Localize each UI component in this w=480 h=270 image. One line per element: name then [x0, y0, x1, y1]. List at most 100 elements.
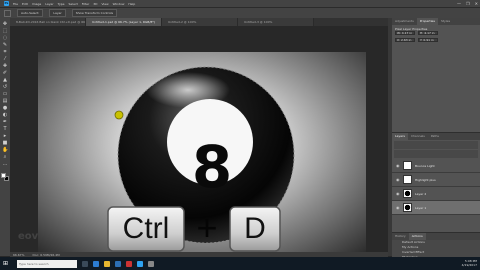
edge-icon[interactable] — [93, 260, 99, 267]
tab-channels[interactable]: Channels — [408, 133, 428, 140]
ps-logo: Ps — [4, 1, 9, 6]
right-panels: Adjustments Properties Styles Pixel Laye… — [392, 18, 480, 270]
blend-mode-bar[interactable] — [394, 150, 478, 158]
layer-row[interactable]: ◉ Highlight plus — [392, 173, 480, 187]
minimize-icon[interactable]: — — [457, 1, 461, 6]
canvas-workspace[interactable]: 8 Ctrl + D eov — [10, 26, 388, 254]
doc-tab-active[interactable]: Untitled-1.psd @ 66.7% (Layer 1, RGB/8*) — [86, 18, 162, 26]
quick-select-icon[interactable]: ✎ — [2, 43, 8, 48]
layer-row[interactable]: ◉ Bounce Light — [392, 159, 480, 173]
app-icon[interactable] — [126, 260, 132, 267]
watermark: eov — [18, 231, 39, 242]
store-icon[interactable] — [115, 260, 121, 267]
doc-tab[interactable]: Untitled-2 @ 100% — [162, 18, 238, 26]
lasso-icon[interactable]: ◌ — [2, 36, 8, 41]
options-bar: Auto-Select: Layer Show Transform Contro… — [0, 7, 480, 18]
stamp-icon[interactable]: ▲ — [2, 78, 8, 83]
auto-select-checkbox[interactable]: Auto-Select: — [17, 9, 44, 17]
blur-icon[interactable]: ● — [2, 106, 8, 111]
photoshop-window: Ps File Edit Image Layer Type Select Fil… — [0, 0, 480, 270]
brush-icon[interactable]: ✐ — [2, 71, 8, 76]
tab-styles[interactable]: Styles — [438, 18, 453, 25]
properties-tabs: Adjustments Properties Styles — [392, 18, 480, 25]
crop-icon[interactable]: ⌗ — [2, 50, 8, 55]
ctrl-key-label: Ctrl — [122, 212, 170, 245]
doc-size: Doc: 6.59M/26.4M — [32, 252, 60, 257]
layer-name: Bounce Light — [415, 163, 435, 168]
type-icon[interactable]: T — [2, 127, 8, 132]
eyedropper-icon[interactable]: ⁄ — [2, 57, 8, 62]
photoshop-taskbar-icon[interactable] — [137, 260, 143, 267]
taskbar-clock[interactable]: 5:08 PM 4/19/2017 — [462, 259, 477, 267]
menu-filter[interactable]: Filter — [82, 2, 89, 6]
close-icon[interactable]: ✕ — [475, 1, 478, 6]
menu-file[interactable]: File — [13, 2, 18, 6]
layer-thumbnail — [403, 175, 412, 184]
marquee-icon[interactable]: ⬚ — [2, 29, 8, 34]
eraser-icon[interactable]: ▭ — [2, 92, 8, 97]
eye-icon[interactable]: ◉ — [396, 205, 400, 210]
menu-bar: Ps File Edit Image Layer Type Select Fil… — [0, 0, 480, 7]
windows-start-icon[interactable]: ⊞ — [3, 260, 12, 267]
tab-paths[interactable]: Paths — [428, 133, 442, 140]
app-icon[interactable] — [148, 260, 154, 267]
auto-select-target-dropdown[interactable]: Layer — [49, 9, 66, 17]
menu-window[interactable]: Window — [113, 2, 125, 6]
tab-actions[interactable]: Actions — [408, 233, 426, 240]
layer-name: Highlight plus — [415, 177, 436, 182]
layer-filter-bar[interactable] — [394, 141, 478, 149]
maximize-icon[interactable]: ❐ — [466, 1, 470, 6]
color-swatches[interactable] — [1, 173, 9, 182]
history-brush-icon[interactable]: ↺ — [2, 85, 8, 90]
hand-icon[interactable]: ✋ — [2, 148, 8, 153]
doc-tab[interactable]: Untitled-3 @ 100% — [238, 18, 314, 26]
document-tabs: 8-Ball-2D-2016 Ball on blank Ctrl+D.psd … — [10, 18, 388, 26]
tab-properties[interactable]: Properties — [416, 18, 438, 25]
tab-adjustments[interactable]: Adjustments — [392, 18, 417, 25]
gradient-icon[interactable]: ▤ — [2, 99, 8, 104]
windows-taskbar: ⊞ Type here to search 5:08 PM 4/19/2017 — [0, 257, 480, 270]
width-field[interactable]: W: 4.17 in — [395, 31, 415, 35]
y-field[interactable]: Y: 0.91 in — [418, 38, 438, 42]
plus-sign: + — [196, 207, 218, 248]
menu-3d[interactable]: 3D — [93, 2, 97, 6]
explorer-icon[interactable] — [104, 260, 110, 267]
layer-thumbnail — [403, 161, 412, 170]
menu-help[interactable]: Help — [128, 2, 135, 6]
menu-image[interactable]: Image — [32, 2, 41, 6]
menu-type[interactable]: Type — [58, 2, 65, 6]
menu-layer[interactable]: Layer — [45, 2, 53, 6]
tab-history[interactable]: History — [392, 233, 409, 240]
document-canvas[interactable]: 8 Ctrl + D — [38, 52, 366, 254]
menu-view[interactable]: View — [101, 2, 108, 6]
menu-select[interactable]: Select — [69, 2, 78, 6]
layer-row-selected[interactable]: ◉ Layer 1 — [392, 201, 480, 215]
eye-icon[interactable]: ◉ — [396, 163, 400, 168]
show-transform-checkbox[interactable]: Show Transform Controls — [71, 9, 118, 17]
x-field[interactable]: X: 2.63 in — [395, 38, 415, 42]
layer-thumbnail — [403, 203, 412, 212]
clock-date: 4/19/2017 — [461, 263, 477, 267]
foreground-color-swatch[interactable] — [1, 173, 6, 178]
menu-edit[interactable]: Edit — [22, 2, 28, 6]
shape-icon[interactable]: ■ — [2, 141, 8, 146]
more-tools-icon[interactable]: … — [2, 162, 8, 167]
eye-icon[interactable]: ◉ — [396, 191, 400, 196]
tab-layers[interactable]: Layers — [392, 133, 408, 140]
taskbar-search[interactable]: Type here to search — [17, 259, 77, 268]
zoom-level[interactable]: 66.67% — [13, 253, 24, 257]
path-select-icon[interactable]: ▸ — [2, 134, 8, 139]
move-icon[interactable]: ✥ — [2, 22, 8, 27]
doc-tab[interactable]: 8-Ball-2D-2016 Ball on blank Ctrl+D.psd … — [10, 18, 86, 26]
layers-tabs: Layers Channels Paths — [392, 133, 480, 140]
healing-icon[interactable]: ✚ — [2, 64, 8, 69]
layer-row[interactable]: ◉ Layer 2 — [392, 187, 480, 201]
move-tool-icon[interactable] — [4, 9, 11, 17]
eye-icon[interactable]: ◉ — [396, 177, 400, 182]
pen-icon[interactable]: ✒ — [2, 120, 8, 125]
height-field[interactable]: H: 4.17 in — [418, 31, 438, 35]
task-view-icon[interactable] — [82, 260, 88, 267]
zoom-icon[interactable]: ⌕ — [2, 155, 8, 160]
dodge-icon[interactable]: ◐ — [2, 113, 8, 118]
layers-panel: Layers Channels Paths ◉ Bounce Light ◉ H… — [392, 132, 480, 232]
